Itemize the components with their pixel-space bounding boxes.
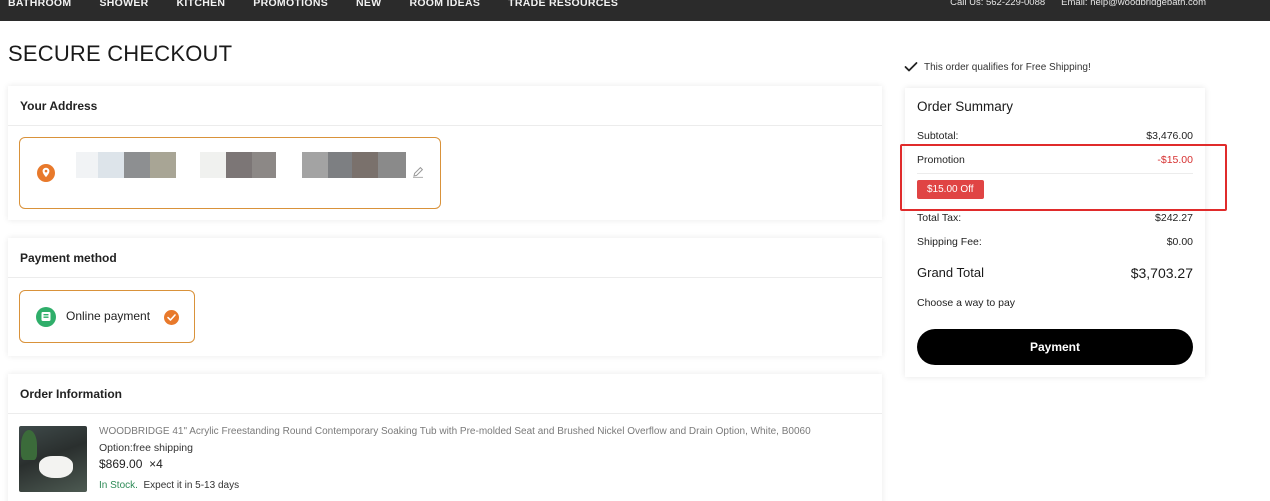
promotion-value: -$15.00 [1157, 154, 1193, 166]
shipping-fee-row: Shipping Fee: $0.00 [917, 236, 1193, 248]
online-payment-option[interactable]: Online payment [19, 290, 195, 343]
grand-total-label: Grand Total [917, 265, 984, 280]
subtotal-value: $3,476.00 [1146, 130, 1193, 142]
in-stock-label: In Stock. [99, 480, 138, 491]
check-circle-icon [164, 310, 179, 325]
order-information-card: Order Information WOODBRIDGE 41" Acrylic… [8, 374, 882, 501]
stock-status: In Stock. Expect it in 5-13 days [99, 480, 239, 491]
address-heading: Your Address [8, 86, 882, 126]
payment-method-card: Payment method Online payment [8, 238, 882, 356]
nav-item-new[interactable]: NEW [356, 0, 381, 9]
checkmark-icon [904, 62, 918, 72]
tax-label: Total Tax: [917, 212, 962, 224]
main-menu: BATHROOM SHOWER KITCHEN PROMOTIONS NEW R… [8, 0, 618, 9]
grand-total-value: $3,703.27 [1130, 265, 1193, 281]
shipping-fee-value: $0.00 [1166, 236, 1193, 248]
nav-item-bathroom[interactable]: BATHROOM [8, 0, 71, 9]
redacted-address [76, 152, 408, 180]
free-shipping-note: This order qualifies for Free Shipping! [904, 61, 1091, 73]
shipping-fee-label: Shipping Fee: [917, 236, 982, 248]
address-option[interactable] [19, 137, 441, 209]
payment-button[interactable]: Payment [917, 329, 1193, 365]
order-heading: Order Information [8, 374, 882, 414]
nav-item-room-ideas[interactable]: ROOM IDEAS [409, 0, 480, 9]
tax-value: $242.27 [1155, 212, 1193, 224]
product-title[interactable]: WOODBRIDGE 41" Acrylic Freestanding Roun… [99, 426, 811, 437]
contact-info: Call Us: 562-229-0088 Email: help@woodbr… [950, 0, 1206, 8]
delivery-estimate: Expect it in 5-13 days [143, 480, 240, 491]
page-title: SECURE CHECKOUT [8, 41, 233, 66]
product-option: Option:free shipping [99, 442, 193, 454]
location-pin-icon [37, 164, 55, 182]
choose-payment-label: Choose a way to pay [917, 297, 1016, 309]
promotion-divider [917, 173, 1193, 174]
order-summary-panel: Order Summary Subtotal: $3,476.00 Promot… [905, 88, 1205, 377]
product-quantity: ×4 [149, 457, 163, 471]
nav-item-promotions[interactable]: PROMOTIONS [253, 0, 328, 9]
product-price: $869.00 [99, 457, 143, 471]
promo-discount-tag[interactable]: $15.00 Off [917, 180, 984, 199]
nav-item-kitchen[interactable]: KITCHEN [177, 0, 226, 9]
order-summary-title: Order Summary [917, 99, 1014, 114]
online-payment-label: Online payment [66, 309, 151, 323]
subtotal-label: Subtotal: [917, 130, 959, 142]
product-thumbnail[interactable] [19, 426, 87, 492]
subtotal-row: Subtotal: $3,476.00 [917, 130, 1193, 142]
product-price-row: $869.00 ×4 [99, 457, 163, 471]
promotion-row: Promotion -$15.00 [917, 154, 1193, 166]
phone-contact[interactable]: Call Us: 562-229-0088 [950, 0, 1045, 8]
top-nav-bar: BATHROOM SHOWER KITCHEN PROMOTIONS NEW R… [0, 0, 1270, 21]
nav-item-shower[interactable]: SHOWER [99, 0, 148, 9]
address-card: Your Address [8, 86, 882, 220]
promotion-label: Promotion [917, 154, 965, 166]
nav-item-trade-resources[interactable]: TRADE RESOURCES [508, 0, 618, 9]
free-shipping-text: This order qualifies for Free Shipping! [924, 61, 1091, 73]
tax-row: Total Tax: $242.27 [917, 212, 1193, 224]
email-contact[interactable]: Email: help@woodbridgebath.com [1061, 0, 1206, 8]
grand-total-row: Grand Total $3,703.27 [917, 265, 1193, 281]
online-payment-icon [36, 307, 56, 327]
edit-pencil-icon[interactable] [412, 166, 424, 178]
payment-heading: Payment method [8, 238, 882, 278]
